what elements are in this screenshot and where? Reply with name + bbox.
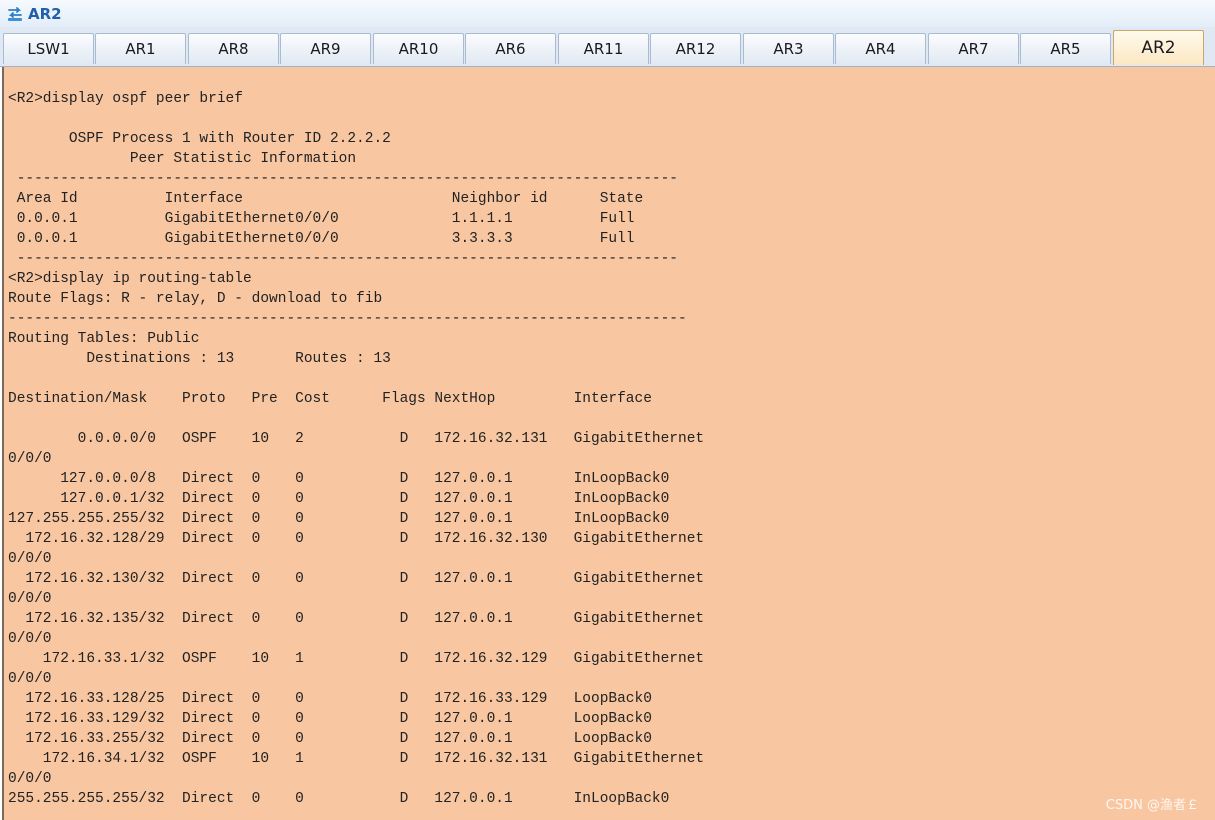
terminal-line: 172.16.32.135/32 Direct 0 0 D 127.0.0.1 … xyxy=(8,611,705,627)
tab-ar4[interactable]: AR4 xyxy=(835,33,926,64)
terminal-line: 172.16.32.130/32 Direct 0 0 D 127.0.0.1 … xyxy=(8,571,705,587)
tab-ar11[interactable]: AR11 xyxy=(558,33,649,64)
terminal-line: 0/0/0 xyxy=(8,591,52,607)
terminal-line: 0.0.0.1 GigabitEthernet0/0/0 3.3.3.3 Ful… xyxy=(8,231,635,247)
terminal-line: 127.0.0.1/32 Direct 0 0 D 127.0.0.1 InLo… xyxy=(8,491,670,507)
terminal-line: Routing Tables: Public xyxy=(8,331,200,347)
terminal-line: <R2>display ip routing-table xyxy=(8,271,252,287)
terminal-line: 172.16.33.1/32 OSPF 10 1 D 172.16.32.129… xyxy=(8,651,705,667)
network-device-icon xyxy=(8,6,22,21)
terminal-output: <R2>display ospf peer brief OSPF Process… xyxy=(8,89,704,809)
terminal-line: ----------------------------------------… xyxy=(8,171,679,187)
terminal-line: 172.16.32.128/29 Direct 0 0 D 172.16.32.… xyxy=(8,531,705,547)
device-tab-bar: LSW1 AR1 AR8 AR9 AR10 AR6 AR11 AR12 AR3 … xyxy=(0,27,1215,67)
terminal-line: OSPF Process 1 with Router ID 2.2.2.2 xyxy=(8,131,391,147)
terminal-line: 172.16.34.1/32 OSPF 10 1 D 172.16.32.131… xyxy=(8,751,705,767)
terminal-line: ----------------------------------------… xyxy=(8,311,687,327)
terminal-console[interactable]: <R2>display ospf peer brief OSPF Process… xyxy=(2,67,1215,820)
terminal-line: 0/0/0 xyxy=(8,631,52,647)
tab-ar7[interactable]: AR7 xyxy=(928,33,1019,64)
terminal-line: Area Id Interface Neighbor id State xyxy=(8,191,644,207)
terminal-line: 255.255.255.255/32 Direct 0 0 D 127.0.0.… xyxy=(8,791,670,807)
terminal-line: 127.0.0.0/8 Direct 0 0 D 127.0.0.1 InLoo… xyxy=(8,471,670,487)
window-title: AR2 xyxy=(28,4,62,23)
tab-ar6[interactable]: AR6 xyxy=(465,33,556,64)
terminal-line: 0/0/0 xyxy=(8,771,52,787)
terminal-line: 172.16.33.129/32 Direct 0 0 D 127.0.0.1 … xyxy=(8,711,652,727)
tab-lsw1[interactable]: LSW1 xyxy=(3,33,94,64)
tab-ar1[interactable]: AR1 xyxy=(95,33,186,64)
tab-ar8[interactable]: AR8 xyxy=(188,33,279,64)
terminal-line: 127.255.255.255/32 Direct 0 0 D 127.0.0.… xyxy=(8,511,670,527)
terminal-line: <R2>display ospf peer brief xyxy=(8,91,243,107)
terminal-line: 172.16.33.128/25 Direct 0 0 D 172.16.33.… xyxy=(8,691,652,707)
terminal-line: 0/0/0 xyxy=(8,551,52,567)
tab-ar3[interactable]: AR3 xyxy=(743,33,834,64)
watermark: CSDN @渔者￡ xyxy=(1105,798,1199,813)
terminal-line: Destinations : 13 Routes : 13 xyxy=(8,351,391,367)
tab-ar10[interactable]: AR10 xyxy=(373,33,464,64)
terminal-line: ----------------------------------------… xyxy=(8,251,679,267)
terminal-line: 0/0/0 xyxy=(8,671,52,687)
terminal-line: Route Flags: R - relay, D - download to … xyxy=(8,291,383,307)
terminal-line: 172.16.33.255/32 Direct 0 0 D 127.0.0.1 … xyxy=(8,731,652,747)
terminal-line: 0/0/0 xyxy=(8,451,52,467)
terminal-line: Peer Statistic Information xyxy=(8,151,357,167)
terminal-line: 0.0.0.0/0 OSPF 10 2 D 172.16.32.131 Giga… xyxy=(8,431,705,447)
tab-ar2[interactable]: AR2 xyxy=(1113,30,1204,65)
tab-ar12[interactable]: AR12 xyxy=(650,33,741,64)
terminal-line: 0.0.0.1 GigabitEthernet0/0/0 1.1.1.1 Ful… xyxy=(8,211,635,227)
terminal-line: Destination/Mask Proto Pre Cost Flags Ne… xyxy=(8,391,652,407)
tab-ar5[interactable]: AR5 xyxy=(1020,33,1111,64)
tab-ar9[interactable]: AR9 xyxy=(280,33,371,64)
window-titlebar: AR2 xyxy=(0,0,1215,28)
